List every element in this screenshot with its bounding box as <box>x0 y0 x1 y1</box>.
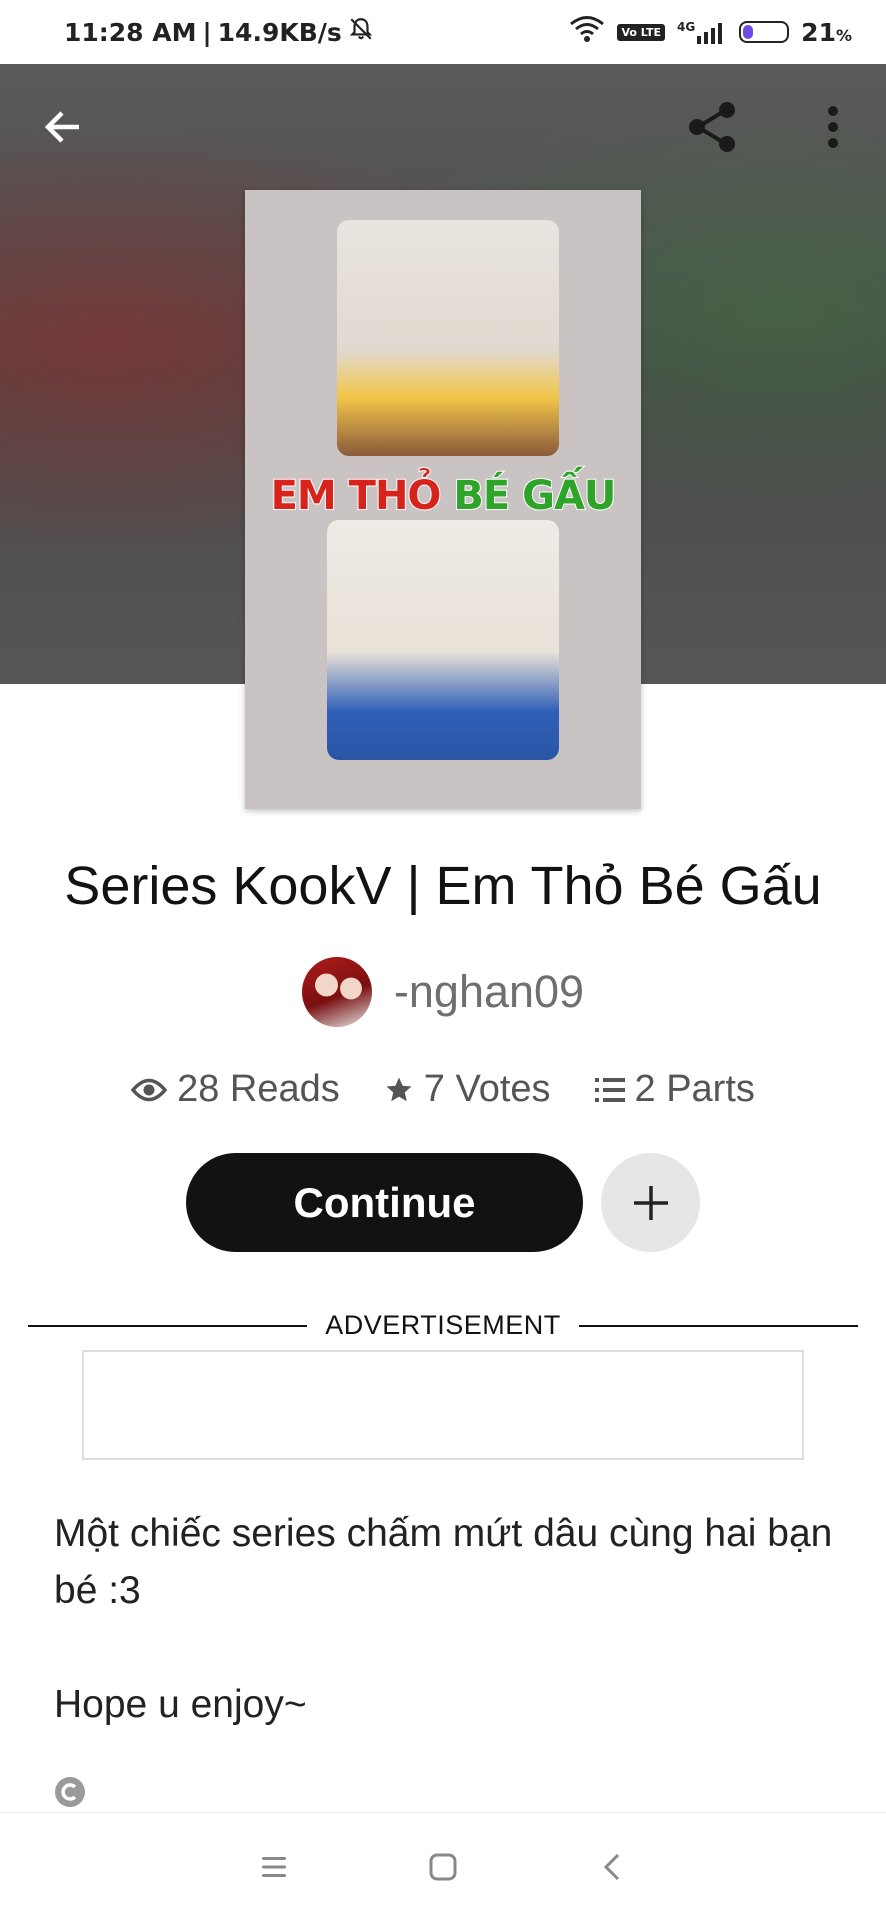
story-description: Một chiếc series chấm mứt dâu cùng hai b… <box>54 1512 833 1726</box>
battery-icon <box>739 21 790 43</box>
copyright-icon[interactable] <box>54 1776 86 1808</box>
share-icon <box>689 102 735 152</box>
divider-line <box>578 1324 859 1327</box>
back-button[interactable] <box>30 94 96 160</box>
status-right: Vo LTE 4G 21% <box>569 15 852 49</box>
votes-stat: 7 Votes <box>384 1068 551 1111</box>
votes-count: 7 Votes <box>423 1068 551 1110</box>
more-options-button[interactable] <box>800 94 866 160</box>
battery-fill <box>743 25 753 39</box>
continue-button[interactable]: Continue <box>186 1153 583 1252</box>
home-button[interactable] <box>418 1842 468 1892</box>
battery-percent-unit: % <box>835 25 852 45</box>
cover-title-red: EM THỎ <box>270 472 443 520</box>
reads-count: 28 Reads <box>177 1068 340 1110</box>
star-icon <box>386 1077 412 1101</box>
recent-apps-button[interactable] <box>249 1842 299 1892</box>
share-button[interactable] <box>680 94 746 160</box>
wifi-icon <box>569 15 605 49</box>
author-avatar[interactable] <box>301 957 372 1027</box>
story-cover: EM THỎ BÉ GẤU <box>245 190 641 809</box>
reads-stat: 28 Reads <box>131 1068 340 1111</box>
battery-percent: 21% <box>801 18 852 47</box>
back-arrow-icon <box>44 111 79 143</box>
advertisement-label: ADVERTISEMENT <box>325 1310 561 1340</box>
nav-back-button[interactable] <box>587 1842 637 1892</box>
add-to-library-button[interactable] <box>601 1153 700 1252</box>
square-icon <box>429 1853 457 1880</box>
parts-stat[interactable]: 2 Parts <box>594 1068 755 1111</box>
status-bar: 11:28 AM | 14.9KB/s Vo LTE 4G 21% <box>0 0 886 64</box>
menu-icon <box>262 1856 287 1877</box>
cover-title-text: EM THỎ BÉ GẤU <box>245 472 641 520</box>
story-actions: Continue <box>0 1153 886 1252</box>
chevron-left-icon <box>603 1853 619 1880</box>
advertisement-slot[interactable] <box>82 1350 804 1460</box>
mute-bell-icon <box>348 16 374 48</box>
status-separator: | <box>202 17 212 47</box>
status-network-speed: 14.9KB/s <box>217 17 342 47</box>
author-row[interactable]: -nghan09 <box>0 957 886 1027</box>
plus-icon <box>633 1185 668 1220</box>
status-left: 11:28 AM | 14.9KB/s <box>64 16 374 48</box>
volte-icon: Vo LTE <box>617 23 665 41</box>
cover-photo-bottom <box>327 520 559 760</box>
divider-line <box>28 1324 308 1327</box>
author-name[interactable]: -nghan09 <box>394 966 584 1018</box>
cover-title-green: BÉ GẤU <box>452 472 617 520</box>
list-icon <box>594 1077 625 1102</box>
system-navigation-bar <box>0 1812 886 1920</box>
eye-icon <box>131 1078 168 1101</box>
parts-count[interactable]: 2 Parts <box>635 1068 755 1111</box>
more-vertical-icon <box>828 106 838 148</box>
story-stats: 28 Reads 7 Votes 2 Parts <box>0 1068 886 1111</box>
signal-icon: 4G <box>677 20 727 44</box>
network-type: 4G <box>676 20 696 34</box>
cover-photo-top <box>337 220 559 456</box>
status-time: 11:28 AM <box>64 17 197 47</box>
story-title: Series KookV | Em Thỏ Bé Gấu <box>64 856 822 916</box>
battery-percent-value: 21 <box>801 17 836 47</box>
advertisement-divider: ADVERTISEMENT <box>28 1310 859 1341</box>
